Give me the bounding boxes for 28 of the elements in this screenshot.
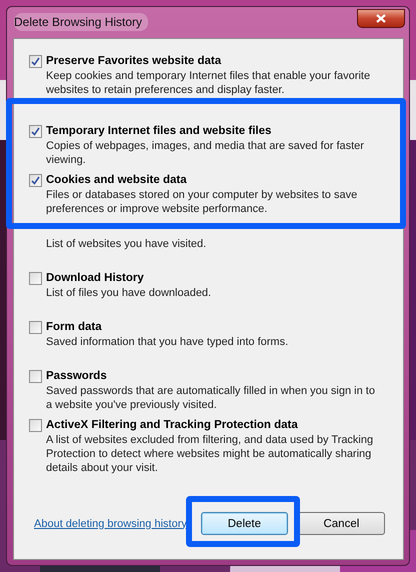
checkbox[interactable] — [29, 418, 42, 432]
checkbox[interactable] — [29, 174, 42, 186]
close-button[interactable] — [357, 8, 405, 28]
option-description: List of websites you have visited. — [46, 237, 208, 251]
option-label: Cookies and website data — [46, 174, 187, 186]
checkbox[interactable] — [29, 370, 42, 382]
option-description: Copies of webpages, images, and media that are saved for faster viewing. — [46, 139, 365, 167]
option-description: A list of websites excluded from filtering, and data used by Tracking Protection to detect where websites might be automatically sharing details about your visit. — [46, 433, 374, 475]
window-title: Delete Browsing History — [14, 13, 148, 31]
checkbox[interactable] — [29, 54, 42, 68]
cancel-button[interactable]: Cancel — [298, 512, 385, 535]
option-label: ActiveX Filtering and Tracking Protection data — [46, 419, 298, 431]
option-label: Download History — [46, 272, 144, 284]
option-description: Saved information that you have typed into forms. — [46, 335, 290, 349]
option-label: Form data — [46, 321, 102, 333]
delete-button[interactable]: Delete — [200, 512, 288, 535]
checkbox[interactable] — [29, 320, 42, 334]
checkbox[interactable] — [29, 124, 42, 138]
option-label: Temporary Internet files and website files — [46, 125, 272, 137]
option-description: List of files you have downloaded. — [46, 286, 212, 300]
option-description: Keep cookies and temporary Internet files that enable your favorite websites to retain preferences and display faster. — [46, 69, 372, 97]
option-label: Preserve Favorites website data — [46, 55, 222, 67]
option-description: Saved passwords that are automatically filled in when you sign in to a website you've previously visited. — [46, 384, 376, 412]
option-label: Passwords — [46, 370, 107, 382]
option-description: Files or databases stored on your computer by websites to save preferences or improve website performance. — [46, 188, 358, 216]
help-link[interactable]: About deleting browsing history — [34, 518, 187, 530]
checkbox[interactable] — [29, 272, 42, 284]
close-icon — [376, 14, 386, 22]
